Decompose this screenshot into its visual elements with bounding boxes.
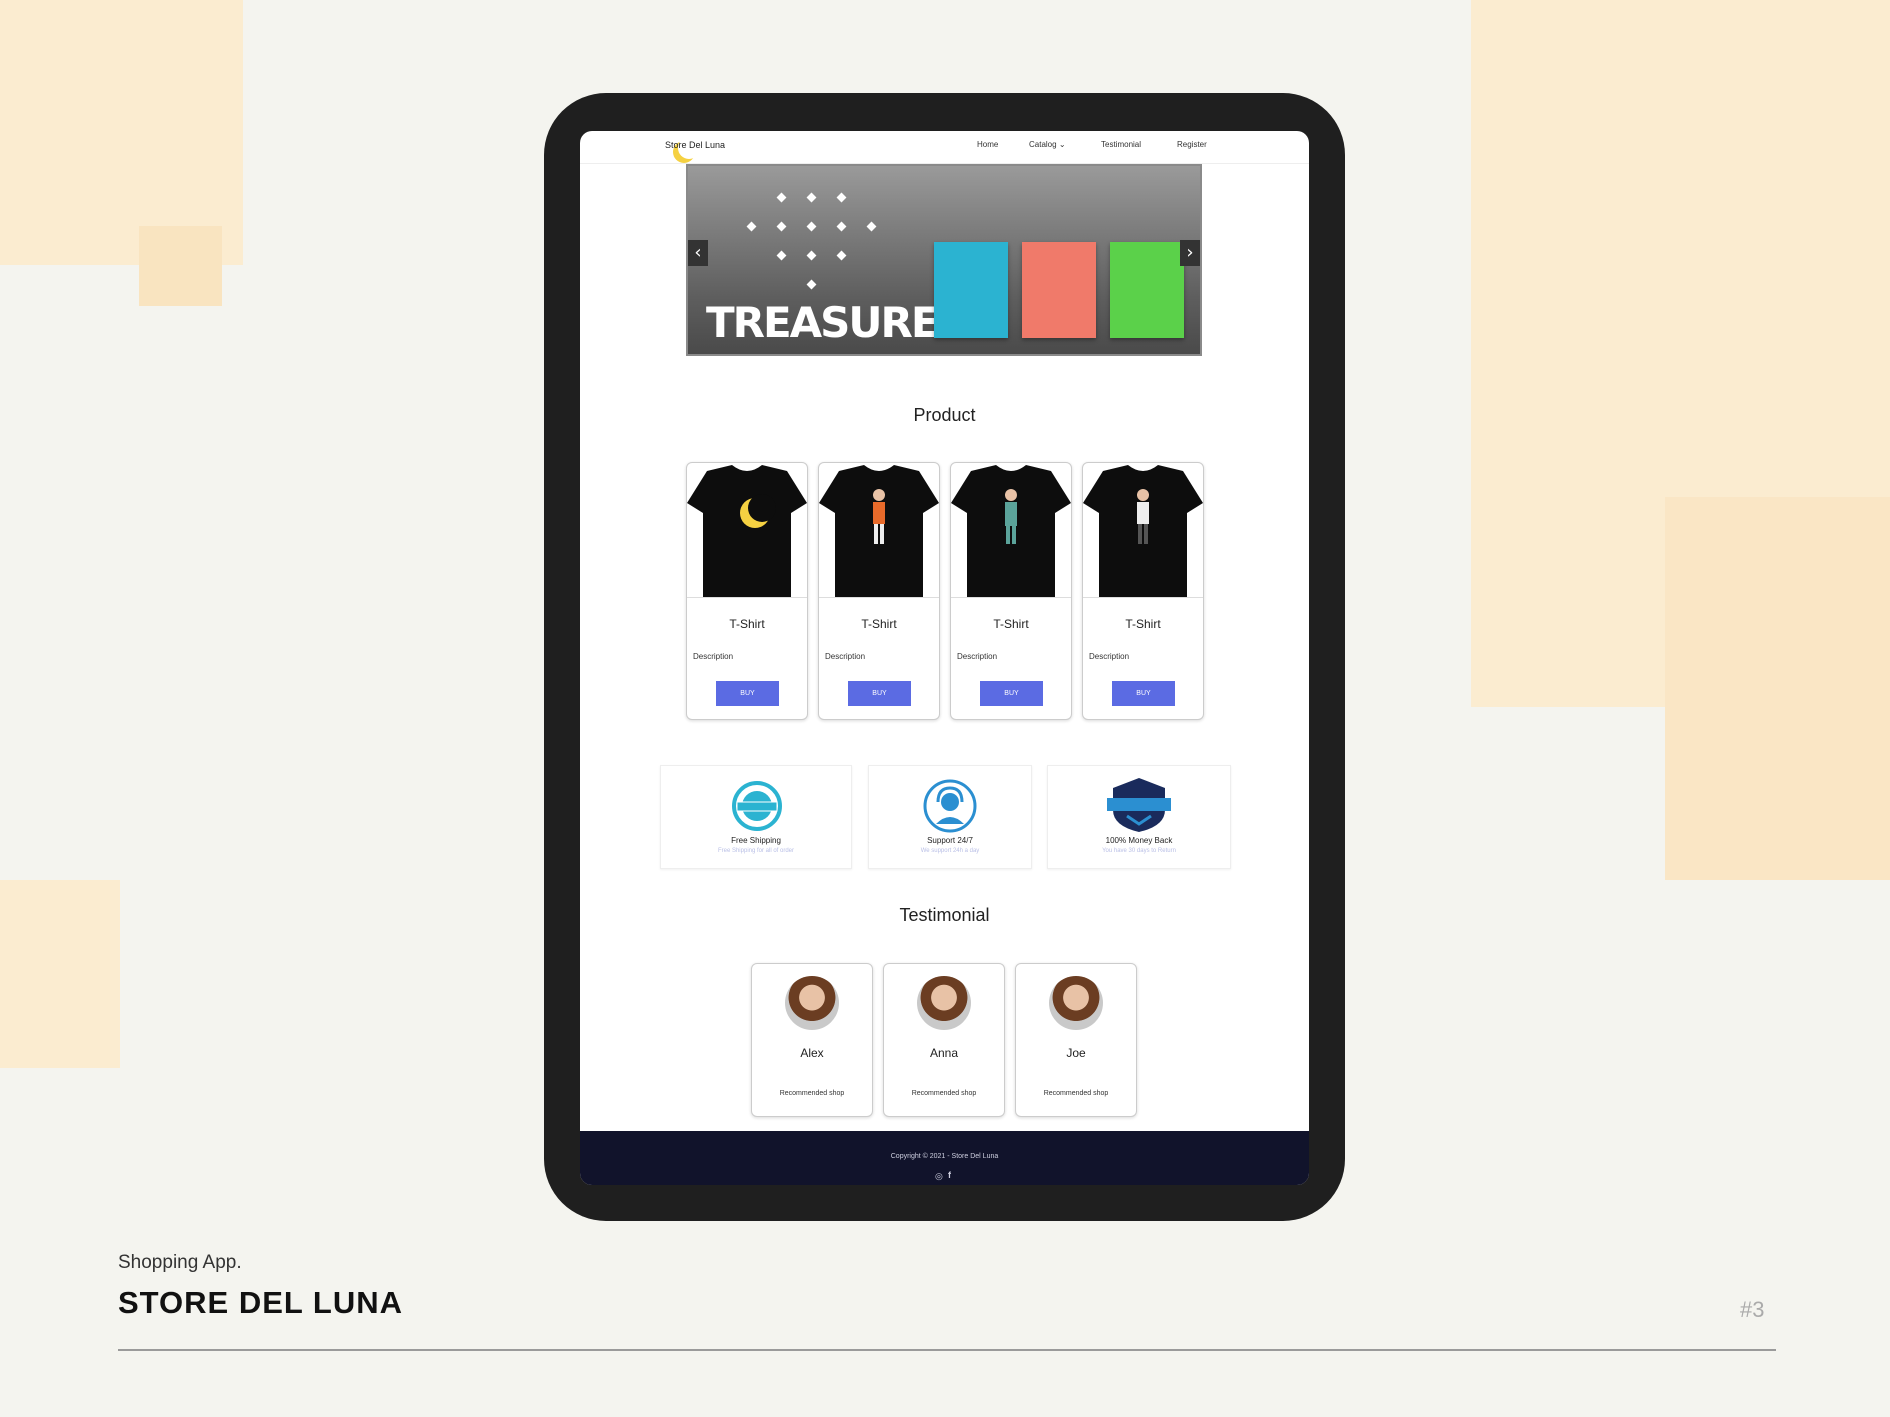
testimonial-name: Anna bbox=[929, 1046, 959, 1060]
tshirt-image bbox=[951, 463, 1071, 598]
album-cover bbox=[1110, 242, 1184, 338]
feature-free-shipping: Free Shipping Free Shipping for all of o… bbox=[660, 765, 852, 869]
feature-title: Support 24/7 bbox=[927, 836, 973, 845]
decor-block bbox=[139, 226, 222, 306]
feature-support: Support 24/7 We support 24h a day bbox=[868, 765, 1032, 869]
buy-button[interactable]: BUY bbox=[716, 681, 779, 706]
facebook-icon[interactable]: f bbox=[948, 1170, 951, 1180]
avatar bbox=[1049, 976, 1103, 1030]
product-card[interactable]: T-Shirt Description BUY bbox=[686, 462, 808, 720]
carousel-prev-button[interactable]: ‹ bbox=[688, 240, 708, 266]
project-title: STORE DEL LUNA bbox=[118, 1285, 403, 1320]
avatar bbox=[917, 976, 971, 1030]
chevron-down-icon: ⌄ bbox=[1058, 140, 1066, 149]
decor-block bbox=[1665, 497, 1890, 880]
feature-title: 100% Money Back bbox=[1105, 836, 1173, 845]
nav-testimonial[interactable]: Testimonial bbox=[1101, 140, 1141, 149]
feature-subtitle: You have 30 days to Return bbox=[1102, 848, 1176, 854]
hero-banner: TREASURE ‹ › bbox=[686, 164, 1202, 356]
tshirt-image bbox=[1083, 463, 1203, 598]
product-card[interactable]: T-Shirt Description BUY bbox=[1082, 462, 1204, 720]
album-cover bbox=[934, 242, 1008, 338]
testimonial-name: Alex bbox=[800, 1046, 824, 1060]
tshirt-image bbox=[819, 463, 939, 598]
feature-subtitle: We support 24h a day bbox=[920, 848, 980, 854]
instagram-icon[interactable]: ◎ bbox=[935, 1171, 943, 1182]
support-headset-icon bbox=[923, 779, 977, 833]
nav-home[interactable]: Home bbox=[977, 140, 998, 149]
testimonial-text: Recommended shop bbox=[911, 1090, 977, 1097]
product-card[interactable]: T-Shirt Description BUY bbox=[818, 462, 940, 720]
guarantee-badge-icon bbox=[1107, 778, 1171, 832]
product-name: T-Shirt bbox=[1125, 617, 1161, 631]
site-logo[interactable]: Store Del Luna bbox=[665, 140, 725, 150]
buy-button[interactable]: BUY bbox=[848, 681, 911, 706]
testimonial-text: Recommended shop bbox=[1043, 1090, 1109, 1097]
product-card[interactable]: T-Shirt Description BUY bbox=[950, 462, 1072, 720]
product-name: T-Shirt bbox=[861, 617, 897, 631]
testimonial-name: Joe bbox=[1066, 1046, 1086, 1060]
decor-block bbox=[0, 880, 120, 1068]
nav-register[interactable]: Register bbox=[1177, 140, 1207, 149]
free-shipping-icon bbox=[732, 781, 782, 831]
divider bbox=[118, 1349, 1776, 1351]
nav-catalog-label: Catalog bbox=[1029, 140, 1057, 149]
page-number: #3 bbox=[1740, 1297, 1765, 1322]
testimonial-card: Anna Recommended shop bbox=[883, 963, 1005, 1117]
testimonial-card: Joe Recommended shop bbox=[1015, 963, 1137, 1117]
product-heading: Product bbox=[913, 405, 976, 425]
product-name: T-Shirt bbox=[993, 617, 1029, 631]
buy-button[interactable]: BUY bbox=[980, 681, 1043, 706]
avatar bbox=[785, 976, 839, 1030]
product-name: T-Shirt bbox=[729, 617, 765, 631]
feature-money-back: 100% Money Back You have 30 days to Retu… bbox=[1047, 765, 1231, 869]
album-cover bbox=[1022, 242, 1096, 338]
testimonial-heading: Testimonial bbox=[899, 905, 990, 925]
top-nav: Store Del Luna Home Catalog ⌄ Testimonia… bbox=[580, 131, 1309, 164]
copyright-text: Copyright © 2021 - Store Del Luna bbox=[890, 1153, 999, 1160]
feature-title: Free Shipping bbox=[731, 836, 781, 845]
tshirt-image bbox=[687, 463, 807, 598]
tablet-frame: Store Del Luna Home Catalog ⌄ Testimonia… bbox=[544, 93, 1345, 1221]
testimonial-text: Recommended shop bbox=[779, 1090, 845, 1097]
testimonial-card: Alex Recommended shop bbox=[751, 963, 873, 1117]
website-screen: Store Del Luna Home Catalog ⌄ Testimonia… bbox=[580, 131, 1309, 1185]
project-category: Shopping App. bbox=[118, 1252, 242, 1273]
feature-subtitle: Free Shipping for all of order bbox=[717, 848, 795, 854]
product-description: Description bbox=[1089, 652, 1130, 661]
carousel-next-button[interactable]: › bbox=[1180, 240, 1200, 266]
product-description: Description bbox=[693, 652, 734, 661]
nav-catalog[interactable]: Catalog ⌄ bbox=[1029, 140, 1066, 149]
buy-button[interactable]: BUY bbox=[1112, 681, 1175, 706]
product-description: Description bbox=[957, 652, 998, 661]
product-description: Description bbox=[825, 652, 866, 661]
banner-title: TREASURE bbox=[706, 298, 940, 347]
site-footer: Copyright © 2021 - Store Del Luna ◎ f bbox=[580, 1131, 1309, 1185]
